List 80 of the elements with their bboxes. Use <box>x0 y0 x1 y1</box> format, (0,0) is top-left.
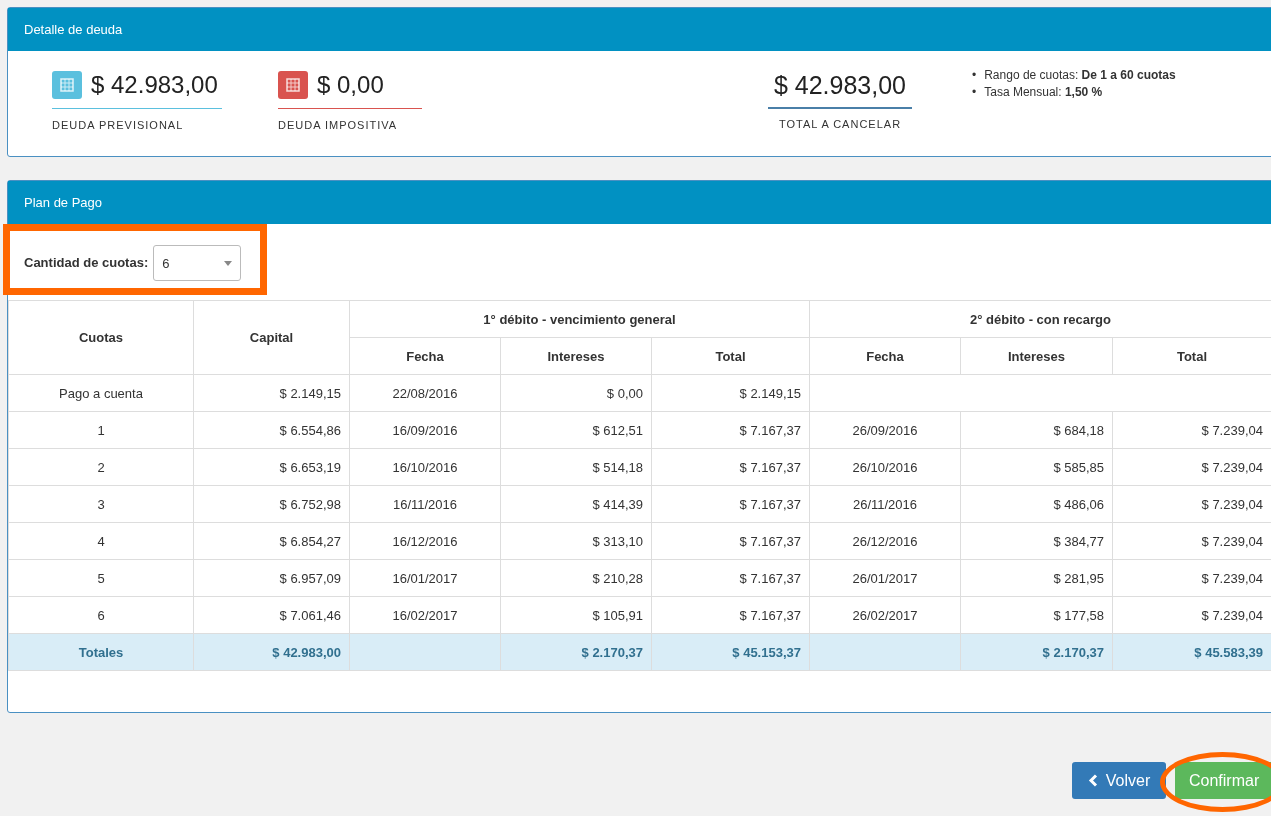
amount-cell: $ 313,10 <box>500 522 652 560</box>
date-cell: 26/01/2017 <box>809 559 961 597</box>
total-amount: $ 42.983,00 <box>768 71 912 109</box>
amount-cell: $ 210,28 <box>500 559 652 597</box>
amount-cell: $ 6.957,09 <box>193 559 350 597</box>
column-header: Fecha <box>349 337 501 375</box>
date-cell: 26/11/2016 <box>809 485 961 523</box>
installments-label: Cantidad de cuotas: <box>24 254 149 270</box>
date-cell: 26/02/2017 <box>809 596 961 634</box>
total-label: TOTAL A CANCELAR <box>777 118 903 130</box>
table-cell: 5 <box>8 559 194 597</box>
amount-cell: $ 45.153,37 <box>651 633 810 671</box>
debt-amount: $ 42.983,00 <box>91 71 218 99</box>
amount-cell: $ 2.149,15 <box>193 374 350 412</box>
amount-cell: $ 585,85 <box>960 448 1113 486</box>
amount-cell: $ 612,51 <box>500 411 652 449</box>
amount-cell: $ 7.061,46 <box>193 596 350 634</box>
amount-cell: $ 7.167,37 <box>651 522 810 560</box>
info-item: Rango de cuotas: De 1 a 60 cuotas <box>984 67 1176 84</box>
panel-title: Detalle de deuda <box>24 22 123 37</box>
installments-select[interactable]: 6 <box>153 245 242 281</box>
date-cell: 16/11/2016 <box>349 485 501 523</box>
info-item: Tasa Mensual: 1,50 % <box>984 84 1103 101</box>
date-cell: 16/09/2016 <box>349 411 501 449</box>
amount-cell: $ 6.752,98 <box>193 485 350 523</box>
column-header: Fecha <box>809 337 961 375</box>
amount-cell: $ 45.583,39 <box>1112 633 1271 671</box>
date-cell: 16/10/2016 <box>349 448 501 486</box>
bullet: • <box>972 84 977 101</box>
table-cell: 1 <box>8 411 194 449</box>
amount-cell: $ 7.167,37 <box>651 411 810 449</box>
date-cell: 16/12/2016 <box>349 522 501 560</box>
amount-cell: $ 7.167,37 <box>651 559 810 597</box>
debt-amount: $ 0,00 <box>317 71 384 99</box>
amount-cell: $ 486,06 <box>960 485 1113 523</box>
date-cell: 16/01/2017 <box>349 559 501 597</box>
amount-cell: $ 6.554,86 <box>193 411 350 449</box>
table-cell: Pago a cuenta <box>8 374 194 412</box>
amount-cell: $ 684,18 <box>960 411 1113 449</box>
amount-cell: $ 6.653,19 <box>193 448 350 486</box>
table-cell: 2 <box>8 448 194 486</box>
bullet: • <box>972 67 977 84</box>
amount-cell: $ 6.854,27 <box>193 522 350 560</box>
totals-label: Totales <box>8 633 194 671</box>
column-header: Capital <box>193 300 350 375</box>
column-group-header: 1° débito - vencimiento general <box>349 300 810 338</box>
caret-icon <box>224 260 233 266</box>
column-group-header: 2° débito - con recargo <box>809 300 1271 338</box>
amount-cell: $ 384,77 <box>960 522 1113 560</box>
amount-cell: $ 7.167,37 <box>651 596 810 634</box>
debt-label: DEUDA IMPOSITIVA <box>278 119 399 131</box>
date-cell: 26/12/2016 <box>809 522 961 560</box>
date-cell: 16/02/2017 <box>349 596 501 634</box>
chevron-left-icon <box>1087 774 1098 787</box>
amount-cell: $ 105,91 <box>500 596 652 634</box>
back-button[interactable]: Volver <box>1072 762 1166 799</box>
column-header: Total <box>651 337 810 375</box>
table-cell: 6 <box>8 596 194 634</box>
amount-cell: $ 177,58 <box>960 596 1113 634</box>
amount-cell: $ 2.149,15 <box>651 374 810 412</box>
amount-cell: $ 0,00 <box>500 374 652 412</box>
amount-cell: $ 7.167,37 <box>651 448 810 486</box>
date-cell: 26/09/2016 <box>809 411 961 449</box>
amount-cell: $ 514,18 <box>500 448 652 486</box>
table-cell: 3 <box>8 485 194 523</box>
amount-cell: $ 281,95 <box>960 559 1113 597</box>
panel-title: Plan de Pago <box>24 195 103 210</box>
debt-label: DEUDA PREVISIONAL <box>52 119 185 131</box>
table-cell: 4 <box>8 522 194 560</box>
confirm-button[interactable]: Confirmar <box>1175 762 1271 799</box>
amount-cell: $ 42.983,00 <box>193 633 350 671</box>
column-header: Intereses <box>500 337 652 375</box>
column-header: Cuotas <box>8 300 194 375</box>
column-header: Intereses <box>960 337 1113 375</box>
date-cell: 22/08/2016 <box>349 374 501 412</box>
amount-cell: $ 2.170,37 <box>500 633 652 671</box>
amount-cell: $ 7.167,37 <box>651 485 810 523</box>
amount-cell: $ 2.170,37 <box>960 633 1113 671</box>
date-cell: 26/10/2016 <box>809 448 961 486</box>
amount-cell: $ 414,39 <box>500 485 652 523</box>
